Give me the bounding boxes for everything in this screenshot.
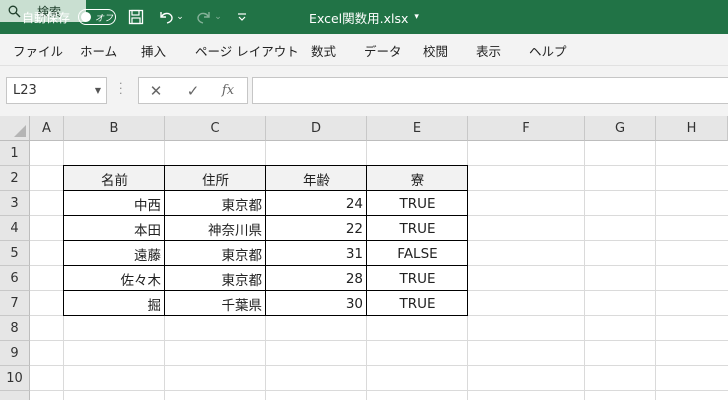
- col-header-b[interactable]: B: [64, 116, 165, 141]
- save-icon[interactable]: [126, 0, 146, 34]
- col-header-e[interactable]: E: [367, 116, 468, 141]
- cancel-icon[interactable]: ✕: [144, 77, 168, 104]
- chevron-down-icon: ▾: [414, 12, 419, 22]
- col-header-d[interactable]: D: [266, 116, 367, 141]
- table-header-age[interactable]: 年齢: [266, 166, 367, 191]
- table-header-name[interactable]: 名前: [64, 166, 165, 191]
- tab-help[interactable]: ヘルプ: [529, 34, 567, 66]
- table-border: [63, 165, 64, 316]
- toggle-knob: [81, 12, 91, 22]
- table-cell[interactable]: TRUE: [367, 191, 468, 216]
- table-cell[interactable]: TRUE: [367, 266, 468, 291]
- tab-view[interactable]: 表示: [476, 34, 501, 66]
- row-header-4[interactable]: 4: [0, 216, 30, 241]
- tab-page-layout[interactable]: ページ レイアウト: [195, 34, 299, 66]
- undo-icon[interactable]: [156, 0, 176, 34]
- row-header-5[interactable]: 5: [0, 241, 30, 266]
- chevron-down-icon[interactable]: ▼: [95, 86, 101, 95]
- worksheet-grid[interactable]: A B C D E F G H 1 2 3 4 5 6 7 8 9 10 名前 …: [0, 116, 728, 400]
- tab-review[interactable]: 校閲: [423, 34, 448, 66]
- tab-home[interactable]: ホーム: [80, 34, 117, 66]
- tab-formulas[interactable]: 数式: [311, 34, 336, 66]
- table-border: [164, 165, 165, 316]
- col-header-g[interactable]: G: [585, 116, 656, 141]
- row-header-7[interactable]: 7: [0, 291, 30, 316]
- formula-bar: L23 ▼ · · · ✕ ✓ fx: [0, 66, 728, 116]
- table-cell[interactable]: 遠藤: [64, 241, 165, 266]
- row-header-2[interactable]: 2: [0, 166, 30, 191]
- col-header-c[interactable]: C: [165, 116, 266, 141]
- gridline: [655, 141, 656, 400]
- table-cell[interactable]: 30: [266, 291, 367, 316]
- tab-insert[interactable]: 挿入: [141, 34, 166, 66]
- name-box[interactable]: L23 ▼: [6, 77, 107, 104]
- col-header-h[interactable]: H: [656, 116, 728, 141]
- gridline: [30, 390, 728, 391]
- table-cell[interactable]: 28: [266, 266, 367, 291]
- gridline: [30, 340, 728, 341]
- table-header-dorm[interactable]: 寮: [367, 166, 468, 191]
- table-cell[interactable]: 本田: [64, 216, 165, 241]
- table-cell[interactable]: TRUE: [367, 216, 468, 241]
- autosave-state: オフ: [95, 13, 114, 24]
- table-cell[interactable]: 22: [266, 216, 367, 241]
- search-icon: [8, 5, 21, 17]
- formula-input[interactable]: [252, 77, 728, 104]
- tab-data[interactable]: データ: [364, 34, 402, 66]
- row-header-6[interactable]: 6: [0, 266, 30, 291]
- row-header-9[interactable]: 9: [0, 341, 30, 366]
- col-header-a[interactable]: A: [30, 116, 64, 141]
- table-border: [265, 165, 266, 316]
- autosave-toggle[interactable]: オフ: [78, 9, 116, 25]
- customize-qat-icon[interactable]: [232, 0, 252, 34]
- select-all-icon: [14, 125, 26, 137]
- table-cell[interactable]: 東京都: [165, 191, 266, 216]
- table-header-address[interactable]: 住所: [165, 166, 266, 191]
- enter-icon[interactable]: ✓: [181, 77, 205, 104]
- ribbon-tabs: ファイル ホーム 挿入 ページ レイアウト 数式 データ 校閲 表示 ヘルプ: [0, 34, 728, 66]
- table-cell[interactable]: 東京都: [165, 241, 266, 266]
- row-header-3[interactable]: 3: [0, 191, 30, 216]
- table-cell[interactable]: 掘: [64, 291, 165, 316]
- gridline: [30, 365, 728, 366]
- gridline: [584, 141, 585, 400]
- autosave-label: 自動保存: [22, 10, 71, 25]
- table-cell[interactable]: FALSE: [367, 241, 468, 266]
- redo-dropdown-icon[interactable]: ⌄: [212, 0, 224, 34]
- table-border: [366, 165, 367, 316]
- redo-icon[interactable]: [194, 0, 214, 34]
- insert-function-icon[interactable]: fx: [216, 77, 240, 104]
- row-header-1[interactable]: 1: [0, 141, 30, 166]
- table-cell[interactable]: 東京都: [165, 266, 266, 291]
- title-bar: 自動保存 オフ ⌄ ⌄ Excel関数用.xlsx ▾ 検索: [0, 0, 728, 34]
- table-cell[interactable]: TRUE: [367, 291, 468, 316]
- resize-handle-icon[interactable]: · · ·: [119, 78, 123, 99]
- table-cell[interactable]: 31: [266, 241, 367, 266]
- table-cell[interactable]: 24: [266, 191, 367, 216]
- select-all-button[interactable]: [0, 116, 30, 141]
- name-box-value: L23: [13, 83, 37, 98]
- filename: Excel関数用.xlsx: [309, 10, 409, 26]
- tab-file[interactable]: ファイル: [13, 34, 63, 66]
- table-border: [467, 165, 468, 316]
- row-header-10[interactable]: 10: [0, 366, 30, 391]
- table-cell[interactable]: 中西: [64, 191, 165, 216]
- col-header-f[interactable]: F: [468, 116, 585, 141]
- row-header-partial[interactable]: [0, 391, 30, 400]
- undo-dropdown-icon[interactable]: ⌄: [174, 0, 186, 34]
- table-cell[interactable]: 千葉県: [165, 291, 266, 316]
- table-cell[interactable]: 佐々木: [64, 266, 165, 291]
- table-cell[interactable]: 神奈川県: [165, 216, 266, 241]
- row-header-8[interactable]: 8: [0, 316, 30, 341]
